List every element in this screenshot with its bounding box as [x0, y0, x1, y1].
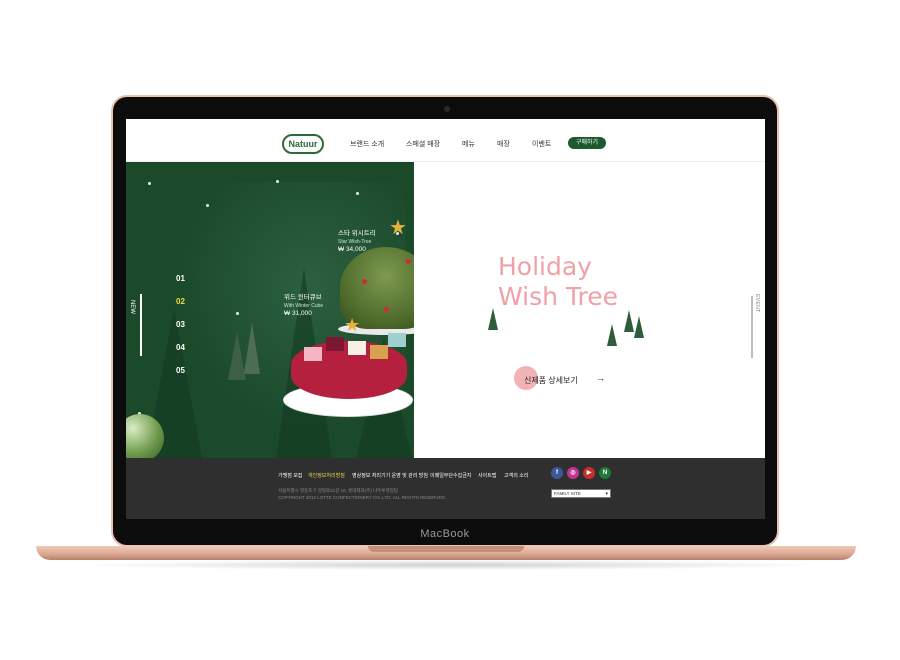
device-brand-label: MacBook: [420, 528, 470, 540]
pine-tree-icon: [488, 308, 498, 330]
buy-button[interactable]: 구매하기: [568, 137, 606, 149]
hero-text-panel: Holiday Wish Tree 신제품 상세보기 → EVENT: [414, 162, 765, 458]
snowflake: [206, 204, 209, 207]
laptop-shadow: [70, 560, 830, 570]
pine-tree-icon: [634, 316, 644, 338]
product-name: 위드 윈터큐브: [284, 294, 322, 301]
snowflake: [236, 312, 239, 315]
laptop-notch: [368, 546, 524, 552]
nav-store[interactable]: 매장: [497, 139, 510, 149]
headline-line1: Holiday: [498, 252, 592, 281]
pine-tree-icon: [607, 324, 617, 346]
new-indicator-bar: [140, 294, 142, 356]
camera-dot: [444, 106, 450, 112]
slide-number[interactable]: 03: [176, 320, 185, 329]
slide-pagination: 01 02 03 04 05: [176, 274, 185, 389]
laptop-lid: Natuur 브랜드 소개 스페셜 매장 메뉴 매장 이벤트 구매하기 NEW: [111, 95, 779, 547]
footer-link-no-email[interactable]: 이메일무단수집금지: [430, 472, 471, 479]
copyright-text: COPYRIGHT 2012 LOTTE CONFECTIONERY CO.,L…: [278, 495, 446, 500]
address-text: 서울특별시 영등포구 양평로21길 10, 롯데제과(주) 나뚜루영업팀: [278, 488, 398, 493]
footer-link-privacy[interactable]: 개인정보처리방침: [308, 472, 345, 479]
footer-link-sitemap[interactable]: 사이트맵: [478, 472, 496, 479]
product-name: 스타 위시트리: [338, 230, 376, 237]
cake-cube: [304, 347, 322, 361]
snowflake: [356, 192, 359, 195]
snowflake: [148, 182, 151, 185]
event-indicator-bar: [751, 296, 753, 358]
detail-link[interactable]: 신제품 상세보기: [524, 375, 578, 386]
pine-tree-icon: [624, 310, 634, 332]
site-footer: 가맹점 모집 개인정보처리방침 영상정보 처리기기 운영 및 관리 방침 이메일…: [126, 458, 765, 519]
footer-link-franchise[interactable]: 가맹점 모집: [278, 472, 302, 479]
nav-menu[interactable]: 메뉴: [462, 139, 475, 149]
berry: [406, 259, 411, 264]
event-label: EVENT: [754, 294, 760, 313]
slide-number-active[interactable]: 02: [176, 297, 185, 306]
cake-cube: [348, 341, 366, 355]
family-site-label: FAMILY SITE: [554, 491, 581, 496]
cake-cube: [370, 345, 388, 359]
nav-brand-intro[interactable]: 브랜드 소개: [350, 139, 384, 149]
arrow-right-icon[interactable]: →: [596, 373, 605, 383]
berry: [384, 307, 389, 312]
footer-link-voice[interactable]: 고객의 소리: [504, 472, 528, 479]
headline-line2: Wish Tree: [498, 282, 619, 311]
new-label: NEW: [129, 300, 135, 314]
mini-tree: [244, 322, 260, 374]
footer-link-cctv-policy[interactable]: 영상정보 처리기기 운영 및 관리 방침: [352, 472, 428, 479]
slide-number[interactable]: 05: [176, 366, 185, 375]
product-label-winter-cube[interactable]: 위드 윈터큐브 With Winter Cube ₩ 31,000: [284, 294, 323, 318]
berry: [362, 279, 367, 284]
natuur-n-icon[interactable]: N: [599, 467, 611, 479]
footer-address: 서울특별시 영등포구 양평로21길 10, 롯데제과(주) 나뚜루영업팀 COP…: [278, 487, 446, 501]
slide-number[interactable]: 01: [176, 274, 185, 283]
youtube-icon[interactable]: ▶: [583, 467, 595, 479]
facebook-icon[interactable]: f: [551, 467, 563, 479]
star-topper-icon: ★: [389, 217, 407, 239]
product-subname: Star Wish-Tree: [338, 239, 372, 245]
cake-cube: [326, 337, 344, 351]
chevron-down-icon: ▾: [605, 491, 608, 497]
site-header: Natuur 브랜드 소개 스페셜 매장 메뉴 매장 이벤트 구매하기: [126, 119, 765, 162]
instagram-icon[interactable]: ◎: [567, 467, 579, 479]
snowflake: [276, 180, 279, 183]
natuur-logo[interactable]: Natuur: [282, 134, 324, 154]
product-price: ₩ 31,000: [284, 310, 312, 317]
star-topper-icon: ★: [344, 315, 361, 335]
family-site-select[interactable]: FAMILY SITE ▾: [551, 489, 611, 498]
cake-cube: [388, 333, 406, 347]
nav-event[interactable]: 이벤트: [532, 139, 551, 149]
slide-number[interactable]: 04: [176, 343, 185, 352]
nav-special-store[interactable]: 스페셜 매장: [406, 139, 440, 149]
product-subname: With Winter Cube: [284, 303, 324, 309]
screen: Natuur 브랜드 소개 스페셜 매장 메뉴 매장 이벤트 구매하기 NEW: [126, 119, 765, 519]
